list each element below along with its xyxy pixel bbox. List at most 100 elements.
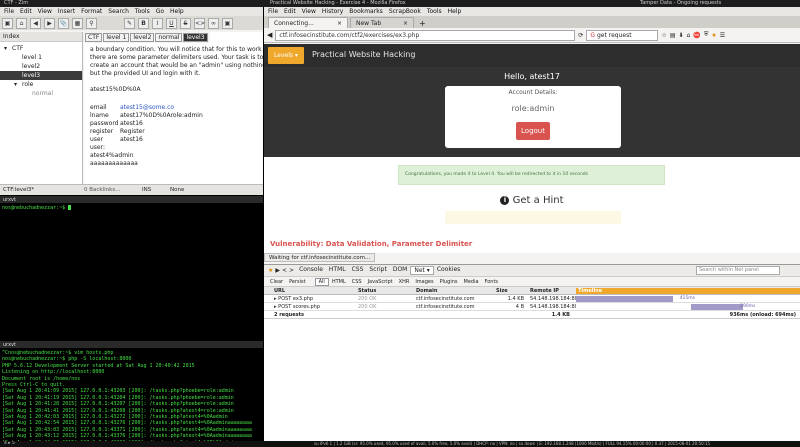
firebug-tab[interactable]: Console (296, 266, 326, 275)
firebug-logo-icon[interactable]: ★ (268, 267, 273, 274)
zim-menu-file[interactable]: File (4, 8, 14, 15)
net-filter[interactable]: HTML (329, 279, 349, 285)
logout-button[interactable]: Logout (516, 122, 550, 140)
browser-tab[interactable]: New Tab × (350, 17, 414, 28)
net-filter[interactable]: CSS (349, 279, 365, 285)
pathbar-crumb[interactable]: level2 (130, 33, 155, 42)
hint-area[interactable]: i Get a Hint (264, 195, 800, 206)
expander-icon[interactable]: ▾ (4, 45, 12, 52)
hint-link[interactable]: Get a Hint (513, 195, 564, 206)
net-filter[interactable]: XHR (396, 279, 413, 285)
home-button-icon[interactable]: ⌂ (687, 32, 691, 39)
strike-icon[interactable]: S (180, 17, 191, 29)
levels-button[interactable]: Levels ▾ (268, 47, 304, 64)
net-filter[interactable]: Clear (267, 279, 286, 285)
pathbar-crumb[interactable]: CTF (85, 33, 103, 42)
tree-item-level3[interactable]: level3 (0, 71, 82, 80)
zim-menu-go[interactable]: Go (156, 8, 164, 15)
net-column-header[interactable]: Timeline (576, 287, 800, 294)
net-filter[interactable]: Persist (286, 279, 309, 285)
back-button-icon[interactable]: ◀ (267, 31, 272, 39)
net-filter[interactable]: All (314, 277, 329, 286)
attach-icon[interactable]: 📎 (58, 17, 69, 29)
net-request-row[interactable]: ▸ POST scores.php 200 OK ctf.infosecinstit… (264, 303, 800, 311)
search-icon[interactable]: ⚲ (86, 17, 97, 29)
zim-menu-tools[interactable]: Tools (135, 8, 150, 15)
tree-item-level-1[interactable]: level 1 (0, 53, 82, 62)
reload-icon[interactable]: ⟳ (578, 32, 583, 39)
back-nav-icon[interactable]: < (282, 267, 287, 274)
ff-menu-tools[interactable]: Tools (427, 8, 442, 15)
net-filter[interactable]: Fonts (482, 279, 502, 285)
net-column-header[interactable]: Remote IP (528, 288, 576, 294)
sidebar-toggle-icon[interactable]: ▣ (2, 17, 13, 29)
ff-menu-edit[interactable]: Edit (284, 8, 296, 15)
net-filter[interactable]: Plugins (437, 279, 461, 285)
net-column-header[interactable]: URL (264, 288, 356, 294)
net-filter[interactable]: JavaScript (365, 279, 396, 285)
terminal-top[interactable]: urxvt nos@nebuchadnezzar:~$ (0, 196, 263, 340)
italic-icon[interactable]: I (152, 17, 163, 29)
field-value[interactable]: atest15@some.co (120, 104, 174, 112)
zim-menu-search[interactable]: Search (108, 8, 129, 15)
net-column-header[interactable]: Size (494, 288, 528, 294)
firebug-tab[interactable]: DOM (390, 266, 411, 275)
zim-menu-insert[interactable]: Insert (58, 8, 75, 15)
ff-menu-scrapbook[interactable]: ScrapBook (389, 8, 421, 15)
home-icon[interactable]: ⌂ (16, 17, 27, 29)
underline-icon[interactable]: U (166, 17, 177, 29)
firebug-tab[interactable]: Net ▾ (410, 266, 434, 275)
firebug-tab[interactable]: HTML (326, 266, 349, 275)
forward-nav-icon[interactable]: > (289, 267, 294, 274)
search-bar[interactable]: G get request (586, 29, 659, 41)
grid-icon[interactable]: ▦ (72, 17, 83, 29)
net-request-row[interactable]: ▸ POST ex3.php 200 OK ctf.infosecinstitute… (264, 295, 800, 303)
backlinks-button[interactable]: 0 Backlinks... (84, 187, 142, 193)
firebug-tab[interactable]: CSS (349, 266, 367, 275)
forward-icon[interactable]: ▶ (44, 17, 55, 29)
ff-menu-bookmarks[interactable]: Bookmarks (349, 8, 383, 15)
new-tab-icon[interactable]: + (416, 19, 429, 28)
adblock-icon[interactable]: ⛔ (693, 32, 700, 39)
terminal-bottom[interactable]: urxvt ^Cnos@nebuchadnezzar:~$ vim hosts.… (0, 341, 263, 441)
net-filter[interactable]: Images (412, 279, 436, 285)
ff-menu-history[interactable]: History (322, 8, 343, 15)
zim-menu-edit[interactable]: Edit (20, 8, 32, 15)
bookmarks-icon[interactable]: ▤ (670, 32, 676, 39)
tree-item-level2[interactable]: level2 (0, 62, 82, 71)
browser-tab[interactable]: Connecting... × (268, 17, 348, 28)
download-icon[interactable]: ⬇ (678, 32, 683, 39)
close-icon[interactable]: × (403, 20, 408, 27)
firebug-icon[interactable]: ★ (711, 32, 716, 39)
zim-menu-view[interactable]: View (38, 8, 52, 15)
pathbar-crumb[interactable]: level 1 (103, 33, 130, 42)
net-column-header[interactable]: Domain (414, 288, 494, 294)
firebug-search[interactable]: Search within Net panel (696, 266, 780, 275)
net-filter[interactable]: Media (461, 279, 482, 285)
inspect-icon[interactable]: ▶ (275, 267, 280, 274)
tree-item-normal[interactable]: normal (0, 89, 82, 98)
site-title[interactable]: Practical Website Hacking (312, 50, 415, 59)
net-column-header[interactable]: Status (356, 288, 414, 294)
menu-icon[interactable]: ☰ (720, 32, 725, 39)
link-icon[interactable]: ∞ (208, 17, 219, 29)
workspace-indicator[interactable]: 4 ▸ 5 (4, 441, 15, 446)
zim-menu-format[interactable]: Format (81, 8, 102, 15)
code-icon[interactable]: <> (194, 17, 205, 29)
firebug-tab[interactable]: Cookies (434, 266, 464, 275)
shield-icon[interactable]: ⛨ (704, 31, 709, 39)
url-bar[interactable]: ctf.infosecinstitute.com/ctf2/exercises/… (275, 29, 576, 41)
pathbar-crumb[interactable]: level3 (183, 33, 208, 42)
star-icon[interactable]: ☆ (661, 32, 666, 39)
tree-item-role[interactable]: ▾ role (0, 80, 82, 89)
pathbar-crumb[interactable]: normal (155, 33, 183, 42)
firebug-tab[interactable]: Script (366, 266, 389, 275)
expander-icon[interactable]: ▾ (14, 81, 22, 88)
back-icon[interactable]: ◀ (30, 17, 41, 29)
zim-menu-help[interactable]: Help (170, 8, 184, 15)
image-icon[interactable]: ▣ (222, 17, 233, 29)
edit-icon[interactable]: ✎ (124, 17, 135, 29)
ff-menu-view[interactable]: View (302, 8, 316, 15)
ff-menu-file[interactable]: File (268, 8, 278, 15)
tree-item-CTF[interactable]: ▾ CTF (0, 44, 82, 53)
